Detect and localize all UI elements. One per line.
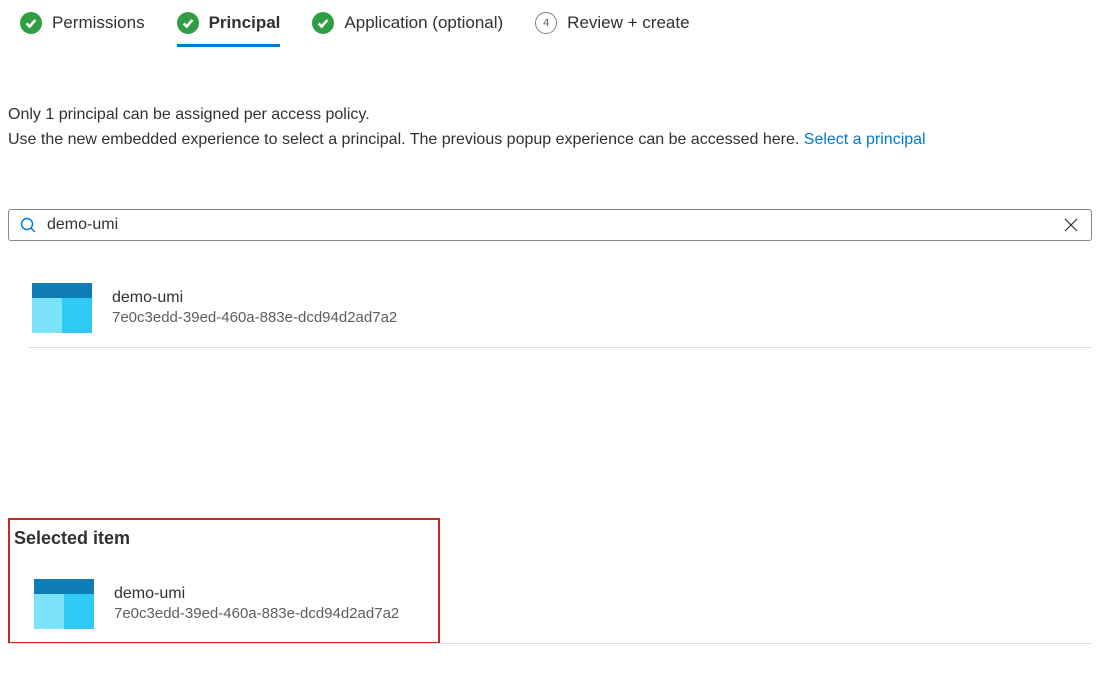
result-id: 7e0c3edd-39ed-460a-883e-dcd94d2ad7a2 [112,309,397,326]
tab-label: Application (optional) [344,13,503,33]
search-input[interactable] [47,216,1061,234]
result-text: demo-umi 7e0c3edd-39ed-460a-883e-dcd94d2… [112,289,397,326]
tab-permissions[interactable]: Permissions [20,12,145,47]
tab-label: Review + create [567,13,689,33]
search-result-item[interactable]: demo-umi 7e0c3edd-39ed-460a-883e-dcd94d2… [28,269,1092,348]
info-line: Only 1 principal can be assigned per acc… [8,103,1092,128]
managed-identity-icon [34,579,94,629]
selected-item-row[interactable]: demo-umi 7e0c3edd-39ed-460a-883e-dcd94d2… [10,573,438,636]
select-principal-link[interactable]: Select a principal [804,131,926,148]
info-text: Only 1 principal can be assigned per acc… [8,103,1092,153]
tab-application[interactable]: Application (optional) [312,12,503,47]
result-name: demo-umi [112,289,397,307]
wizard-tabs: Permissions Principal Application (optio… [8,12,1092,47]
selected-heading: Selected item [14,528,438,549]
selected-text: demo-umi 7e0c3edd-39ed-460a-883e-dcd94d2… [114,585,399,622]
tab-label: Principal [209,13,281,33]
check-icon [20,12,42,34]
divider [8,643,1092,644]
search-results: demo-umi 7e0c3edd-39ed-460a-883e-dcd94d2… [8,259,1092,348]
spacer [8,348,1092,518]
tab-principal[interactable]: Principal [177,12,281,47]
step-number-icon: 4 [535,12,557,34]
tab-review-create[interactable]: 4 Review + create [535,12,689,47]
tab-label: Permissions [52,13,145,33]
selected-item-panel: Selected item demo-umi 7e0c3edd-39ed-460… [8,518,440,644]
selected-name: demo-umi [114,585,399,603]
clear-search-icon[interactable] [1061,215,1081,235]
check-icon [312,12,334,34]
search-icon [19,216,37,234]
selected-id: 7e0c3edd-39ed-460a-883e-dcd94d2ad7a2 [114,605,399,622]
check-icon [177,12,199,34]
managed-identity-icon [32,283,92,333]
principal-search-box[interactable] [8,209,1092,241]
info-line: Use the new embedded experience to selec… [8,128,1092,153]
